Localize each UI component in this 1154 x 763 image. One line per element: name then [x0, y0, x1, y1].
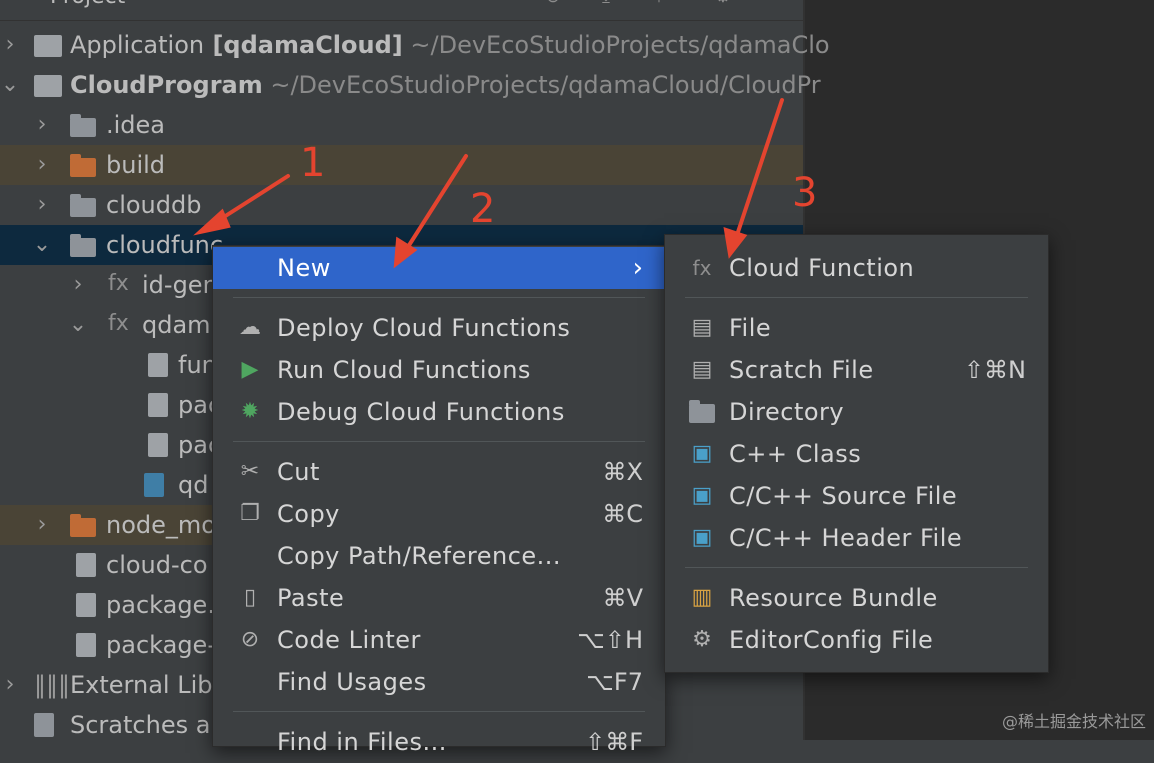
menu-separator [685, 567, 1028, 568]
project-panel-header: Project ⊕ ⤓ ⤒ ⚙ [0, 0, 803, 21]
c-header-icon: ▣ [691, 525, 713, 550]
tree-item-label: CloudProgram [70, 71, 263, 99]
magnifier-check-icon: ⊘ [240, 627, 260, 652]
menu-item-copy[interactable]: ❐ Copy ⌘C [213, 493, 665, 535]
annotation-number-1: 1 [300, 140, 326, 186]
chevron-right-icon[interactable]: › [32, 505, 52, 545]
tree-item-clouddb[interactable]: › clouddb [0, 185, 803, 225]
watermark: @稀土掘金技术社区 [1001, 712, 1146, 731]
menu-item-copy-path[interactable]: Copy Path/Reference... [213, 535, 665, 577]
tree-item-label: package. [106, 591, 215, 619]
tree-item-label: node_mo [106, 511, 216, 539]
chevron-right-icon[interactable]: › [0, 25, 20, 65]
run-icon: ▶ [241, 357, 259, 382]
resource-bundle-icon: ▥ [691, 585, 713, 610]
chevron-down-icon[interactable]: ⌄ [68, 305, 88, 345]
tree-item-label: External Libr [70, 671, 223, 699]
tree-item-path: ~/DevEcoStudioProjects/qdamaCloud/CloudP… [262, 71, 821, 99]
scissors-icon: ✂ [240, 459, 260, 484]
menu-item-code-linter[interactable]: ⊘ Code Linter ⌥⇧H [213, 619, 665, 661]
shortcut-find-usages: ⌥F7 [586, 668, 643, 696]
tree-item-cloudprogram[interactable]: ⌄ CloudProgram ~/DevEcoStudioProjects/qd… [0, 65, 821, 105]
tree-item-label: Scratches a [70, 711, 211, 739]
chevron-right-icon[interactable]: › [32, 145, 52, 185]
cpp-class-icon: ▣ [691, 441, 713, 466]
new-submenu: fx Cloud Function ▤ File ▤ Scratch File … [664, 234, 1049, 673]
annotation-number-2: 2 [470, 186, 496, 232]
annotation-number-3: 3 [792, 170, 818, 216]
chevron-right-icon[interactable]: › [32, 185, 52, 225]
locate-icon[interactable]: ⊕ [542, 0, 564, 8]
shortcut-cut: ⌘X [602, 458, 643, 486]
chevron-right-icon[interactable]: › [32, 105, 52, 145]
menu-item-cpp-class[interactable]: ▣ C++ Class [665, 433, 1048, 475]
menu-item-cpp-header[interactable]: ▣ C/C++ Header File [665, 517, 1048, 559]
menu-separator [685, 297, 1028, 298]
cloud-upload-icon: ☁ [239, 315, 261, 340]
tree-item-label: qd [178, 471, 209, 499]
expand-all-icon[interactable]: ⤓ [595, 0, 617, 8]
gear-icon: ⚙ [692, 627, 712, 652]
tree-item-path: ~/DevEcoStudioProjects/qdamaClo [402, 31, 830, 59]
function-icon: fx [108, 311, 129, 336]
tree-item-suffix: [qdamaCloud] [204, 31, 403, 59]
menu-item-run-cloud-functions[interactable]: ▶ Run Cloud Functions [213, 349, 665, 391]
tree-item-label: cloudfunc [106, 231, 224, 259]
clipboard-icon: ▯ [243, 585, 257, 610]
shortcut-scratch-file: ⇧⌘N [963, 356, 1026, 384]
menu-item-cut[interactable]: ✂ Cut ⌘X [213, 451, 665, 493]
menu-separator [233, 297, 645, 298]
menu-item-file[interactable]: ▤ File [665, 307, 1048, 349]
tree-item-label: clouddb [106, 191, 202, 219]
context-menu: New › ☁ Deploy Cloud Functions ▶ Run Clo… [212, 245, 666, 756]
tree-item-build[interactable]: › build [0, 145, 803, 185]
menu-item-directory[interactable]: Directory [665, 391, 1048, 433]
menu-item-resource-bundle[interactable]: ▥ Resource Bundle [665, 577, 1048, 619]
copy-icon: ❐ [240, 501, 260, 526]
tree-item-label: package- [106, 631, 216, 659]
folder-icon [689, 400, 715, 424]
menu-item-new[interactable]: New › [213, 247, 665, 289]
collapse-all-icon[interactable]: ⤒ [648, 0, 670, 8]
file-icon: ▤ [691, 315, 713, 340]
chevron-right-icon: › [632, 253, 643, 283]
menu-item-editorconfig[interactable]: ⚙ EditorConfig File [665, 619, 1048, 661]
shortcut-code-linter: ⌥⇧H [577, 626, 643, 654]
function-icon: fx [692, 256, 712, 280]
chevron-down-icon[interactable]: ⌄ [0, 65, 20, 105]
menu-item-find-usages[interactable]: Find Usages ⌥F7 [213, 661, 665, 703]
scratch-file-icon: ▤ [691, 357, 713, 382]
panel-title: Project [50, 0, 125, 9]
menu-item-deploy-cloud-functions[interactable]: ☁ Deploy Cloud Functions [213, 307, 665, 349]
chevron-right-icon[interactable]: › [0, 665, 20, 705]
menu-separator [233, 711, 645, 712]
menu-item-scratch-file[interactable]: ▤ Scratch File ⇧⌘N [665, 349, 1048, 391]
function-icon: fx [108, 271, 129, 296]
menu-separator [233, 441, 645, 442]
chevron-down-icon[interactable]: ⌄ [32, 225, 52, 265]
menu-item-cpp-source[interactable]: ▣ C/C++ Source File [665, 475, 1048, 517]
gear-icon[interactable]: ⚙ [712, 0, 734, 8]
tree-item-label: Application [70, 31, 205, 59]
chevron-right-icon[interactable]: › [68, 265, 88, 305]
shortcut-find-in-files: ⇧⌘F [585, 728, 643, 756]
tree-item-label: id-gen [142, 271, 218, 299]
tree-item-label: build [106, 151, 166, 179]
debug-bug-icon: ✹ [240, 399, 260, 424]
menu-item-paste[interactable]: ▯ Paste ⌘V [213, 577, 665, 619]
tree-item-idea[interactable]: › .idea [0, 105, 803, 145]
tree-item-label: .idea [106, 111, 166, 139]
shortcut-copy: ⌘C [602, 500, 643, 528]
shortcut-paste: ⌘V [602, 584, 643, 612]
c-source-icon: ▣ [691, 483, 713, 508]
menu-item-debug-cloud-functions[interactable]: ✹ Debug Cloud Functions [213, 391, 665, 433]
menu-item-cloud-function[interactable]: fx Cloud Function [665, 247, 1048, 289]
library-icon: ‖‖‖ [34, 671, 70, 699]
tree-item-label: qdam [142, 311, 211, 339]
menu-item-find-in-files[interactable]: Find in Files... ⇧⌘F [213, 721, 665, 763]
tree-item-label: cloud-co [106, 551, 208, 579]
tree-item-application[interactable]: › Application [qdamaCloud] ~/DevEcoStudi… [0, 25, 830, 65]
